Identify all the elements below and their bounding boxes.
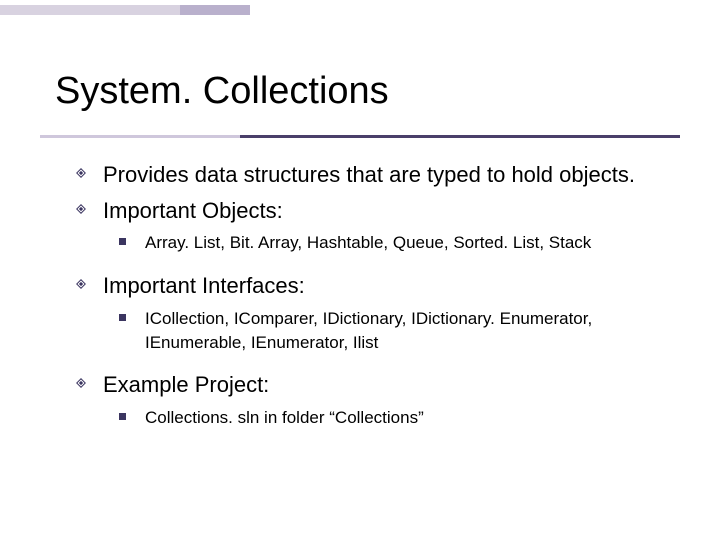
slide-body: Provides data structures that are typed … bbox=[75, 160, 670, 446]
diamond-bullet-icon bbox=[75, 167, 87, 179]
sub-bullet-text: Array. List, Bit. Array, Hashtable, Queu… bbox=[145, 233, 591, 252]
sub-bullet-item: Collections. sln in folder “Collections” bbox=[119, 406, 670, 430]
bullet-item: Provides data structures that are typed … bbox=[75, 160, 670, 190]
bullet-item: Important Interfaces: bbox=[75, 271, 670, 301]
top-accent-strip bbox=[0, 5, 720, 15]
title-underline bbox=[40, 135, 680, 138]
sub-bullet-item: ICollection, IComparer, IDictionary, IDi… bbox=[119, 307, 670, 355]
square-bullet-icon bbox=[119, 238, 126, 245]
strip-segment bbox=[180, 5, 250, 15]
square-bullet-icon bbox=[119, 413, 126, 420]
sub-bullet-text: Collections. sln in folder “Collections” bbox=[145, 408, 424, 427]
sub-bullet-text: ICollection, IComparer, IDictionary, IDi… bbox=[145, 309, 592, 352]
underline-dark bbox=[240, 135, 680, 138]
sub-bullet-item: Array. List, Bit. Array, Hashtable, Queu… bbox=[119, 231, 670, 255]
bullet-item: Example Project: bbox=[75, 370, 670, 400]
diamond-bullet-icon bbox=[75, 203, 87, 215]
slide-title: System. Collections bbox=[55, 70, 389, 113]
strip-segment bbox=[250, 5, 720, 15]
strip-segment bbox=[0, 5, 180, 15]
bullet-item: Important Objects: bbox=[75, 196, 670, 226]
bullet-text: Important Objects: bbox=[103, 198, 283, 223]
diamond-bullet-icon bbox=[75, 278, 87, 290]
bullet-text: Example Project: bbox=[103, 372, 269, 397]
square-bullet-icon bbox=[119, 314, 126, 321]
diamond-bullet-icon bbox=[75, 377, 87, 389]
bullet-text: Provides data structures that are typed … bbox=[103, 162, 635, 187]
slide: System. Collections Provides data struct… bbox=[0, 0, 720, 540]
bullet-text: Important Interfaces: bbox=[103, 273, 305, 298]
underline-light bbox=[40, 135, 240, 138]
